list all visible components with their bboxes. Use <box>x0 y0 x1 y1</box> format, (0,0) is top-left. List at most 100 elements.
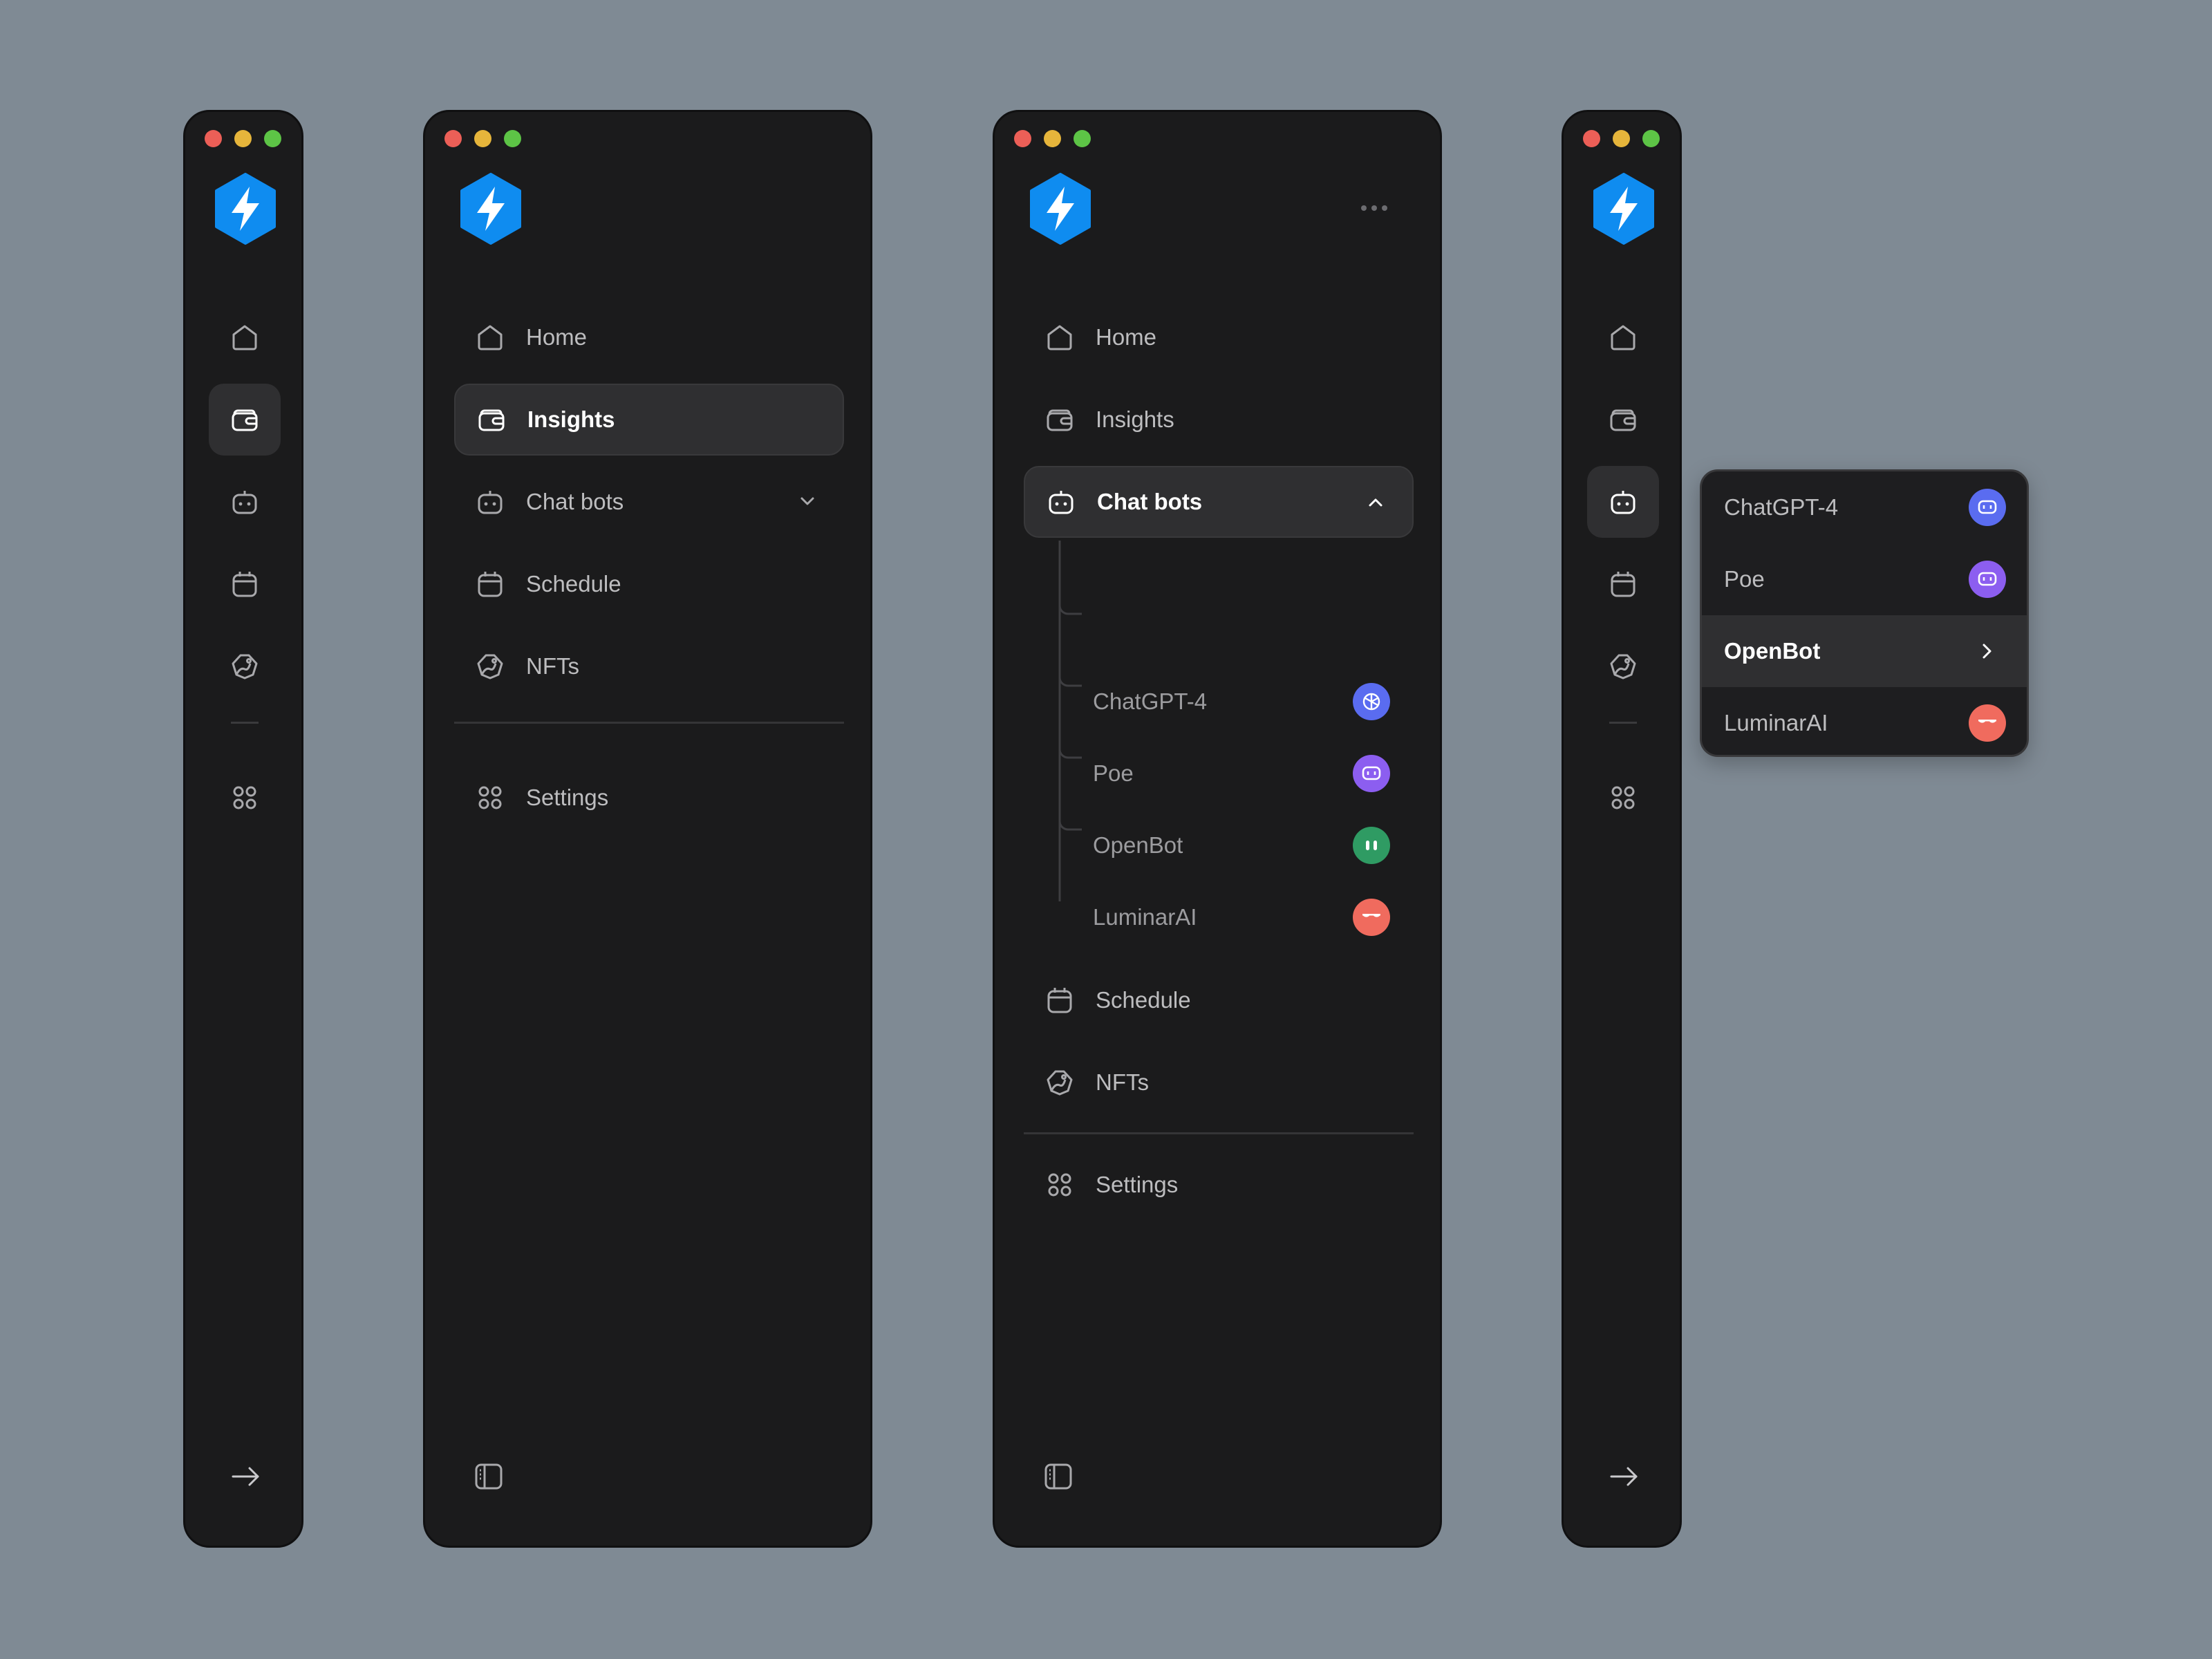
nav-item-home[interactable]: Home <box>454 301 844 373</box>
chatbots-flyout-menu: ChatGPT-4 Poe OpenBot LuminarAI <box>1700 469 2029 757</box>
nfts-icon-button[interactable] <box>1587 630 1659 702</box>
nav-item-schedule[interactable]: Schedule <box>454 548 844 620</box>
menu-item-luminarai[interactable]: LuminarAI <box>1702 687 2027 755</box>
window-controls <box>1583 130 1660 147</box>
settings-icon-button[interactable] <box>1587 762 1659 834</box>
schedule-icon-button[interactable] <box>209 548 281 620</box>
nav-item-home[interactable]: Home <box>1024 301 1414 373</box>
wallet-icon <box>478 409 505 431</box>
nav-item-chatbots[interactable]: Chat bots <box>454 466 844 538</box>
nav-label: Home <box>1096 324 1157 350</box>
sub-item-openbot[interactable]: OpenBot <box>1093 818 1390 873</box>
window-controls <box>444 130 521 147</box>
sidebar-expanded-insights: Home Insights Chat bots Schedule NFTs Se… <box>423 110 872 1548</box>
nav-label: Settings <box>1096 1172 1179 1197</box>
robot-icon <box>478 491 503 514</box>
chevron-right-icon <box>1983 644 1991 659</box>
nav-item-nfts[interactable]: NFTs <box>1024 1047 1414 1118</box>
app-logo-icon <box>1593 173 1654 245</box>
expand-arrow-icon[interactable] <box>229 1460 262 1493</box>
nfts-icon-button[interactable] <box>209 630 281 702</box>
nft-icon <box>477 654 503 679</box>
home-icon-button[interactable] <box>209 301 281 373</box>
home-icon <box>232 325 257 350</box>
home-icon <box>478 325 503 350</box>
chatbots-icon-button[interactable] <box>1587 466 1659 538</box>
chevron-down-icon[interactable] <box>796 489 819 513</box>
grid-icon <box>1048 1173 1071 1197</box>
more-icon[interactable] <box>1360 203 1389 213</box>
calendar-icon <box>478 572 503 597</box>
maximize-window-button[interactable] <box>1642 130 1660 147</box>
wallet-icon <box>1047 409 1073 431</box>
close-window-button[interactable] <box>1583 130 1600 147</box>
sub-item-label: ChatGPT-4 <box>1093 688 1208 714</box>
close-window-button[interactable] <box>1014 130 1031 147</box>
menu-item-label: ChatGPT-4 <box>1724 494 1839 520</box>
menu-item-poe[interactable]: Poe <box>1702 543 2027 615</box>
nft-icon <box>232 654 258 679</box>
chat-bubble-icon <box>1353 755 1390 792</box>
nav-item-insights[interactable]: Insights <box>454 384 844 456</box>
openai-icon <box>1353 683 1390 720</box>
chevron-up-icon[interactable] <box>1364 491 1387 514</box>
nav-item-chatbots[interactable]: Chat bots <box>1024 466 1414 538</box>
nav-label: Insights <box>1096 406 1174 432</box>
sub-item-poe[interactable]: Poe <box>1093 746 1390 801</box>
nav-label: Home <box>526 324 588 350</box>
grid-icon <box>478 786 502 809</box>
sidebar-expanded-chatbots: Home Insights Chat bots ChatGPT-4 Poe Op… <box>993 110 1442 1548</box>
nav-item-insights[interactable]: Insights <box>1024 384 1414 456</box>
grid-icon <box>1611 786 1635 809</box>
minimize-window-button[interactable] <box>1044 130 1061 147</box>
minimize-window-button[interactable] <box>474 130 491 147</box>
close-window-button[interactable] <box>444 130 462 147</box>
calendar-icon <box>232 572 257 597</box>
nav-label: NFTs <box>526 653 579 679</box>
expand-arrow-icon[interactable] <box>1607 1460 1640 1493</box>
nav-label: Chat bots <box>1097 489 1203 514</box>
nav-item-nfts[interactable]: NFTs <box>454 630 844 702</box>
home-icon <box>1047 325 1072 350</box>
nav-item-schedule[interactable]: Schedule <box>1024 964 1414 1036</box>
insights-icon-button[interactable] <box>1587 384 1659 456</box>
tree-lines <box>1058 541 1082 901</box>
chat-bubble-icon <box>1969 489 2006 526</box>
settings-icon-button[interactable] <box>209 762 281 834</box>
nav-item-settings[interactable]: Settings <box>454 762 844 834</box>
menu-item-label: Poe <box>1724 566 1765 592</box>
nav-label: Insights <box>527 406 615 432</box>
close-window-button[interactable] <box>205 130 222 147</box>
divider <box>454 722 844 724</box>
maximize-window-button[interactable] <box>264 130 281 147</box>
sub-item-label: LuminarAI <box>1093 904 1197 930</box>
chat-bubble-icon <box>1969 561 2006 598</box>
calendar-icon <box>1611 572 1635 597</box>
menu-item-chatgpt[interactable]: ChatGPT-4 <box>1702 471 2027 543</box>
nav-label: Settings <box>526 785 609 810</box>
sunglasses-icon <box>1353 899 1390 936</box>
nav-item-settings[interactable]: Settings <box>1024 1149 1414 1221</box>
menu-item-label: LuminarAI <box>1724 710 1828 735</box>
robot-icon <box>232 491 257 514</box>
menu-item-label: OpenBot <box>1724 638 1821 664</box>
app-logo-icon <box>460 173 521 245</box>
schedule-icon-button[interactable] <box>1587 548 1659 620</box>
minimize-window-button[interactable] <box>1613 130 1630 147</box>
sub-item-chatgpt[interactable]: ChatGPT-4 <box>1093 674 1390 729</box>
sub-item-luminarai[interactable]: LuminarAI <box>1093 890 1390 945</box>
grid-icon <box>233 786 256 809</box>
minimize-window-button[interactable] <box>234 130 252 147</box>
chatbots-icon-button[interactable] <box>209 466 281 538</box>
insights-icon-button[interactable] <box>209 384 281 456</box>
maximize-window-button[interactable] <box>1074 130 1091 147</box>
wallet-icon <box>1610 409 1636 431</box>
nav-label: Schedule <box>1096 987 1191 1013</box>
sidebar-toggle-icon[interactable] <box>1042 1460 1075 1493</box>
menu-item-openbot[interactable]: OpenBot <box>1702 615 2027 687</box>
home-icon-button[interactable] <box>1587 301 1659 373</box>
maximize-window-button[interactable] <box>504 130 521 147</box>
nft-icon <box>1610 654 1636 679</box>
sidebar-toggle-icon[interactable] <box>472 1460 505 1493</box>
app-logo-icon <box>1030 173 1091 245</box>
